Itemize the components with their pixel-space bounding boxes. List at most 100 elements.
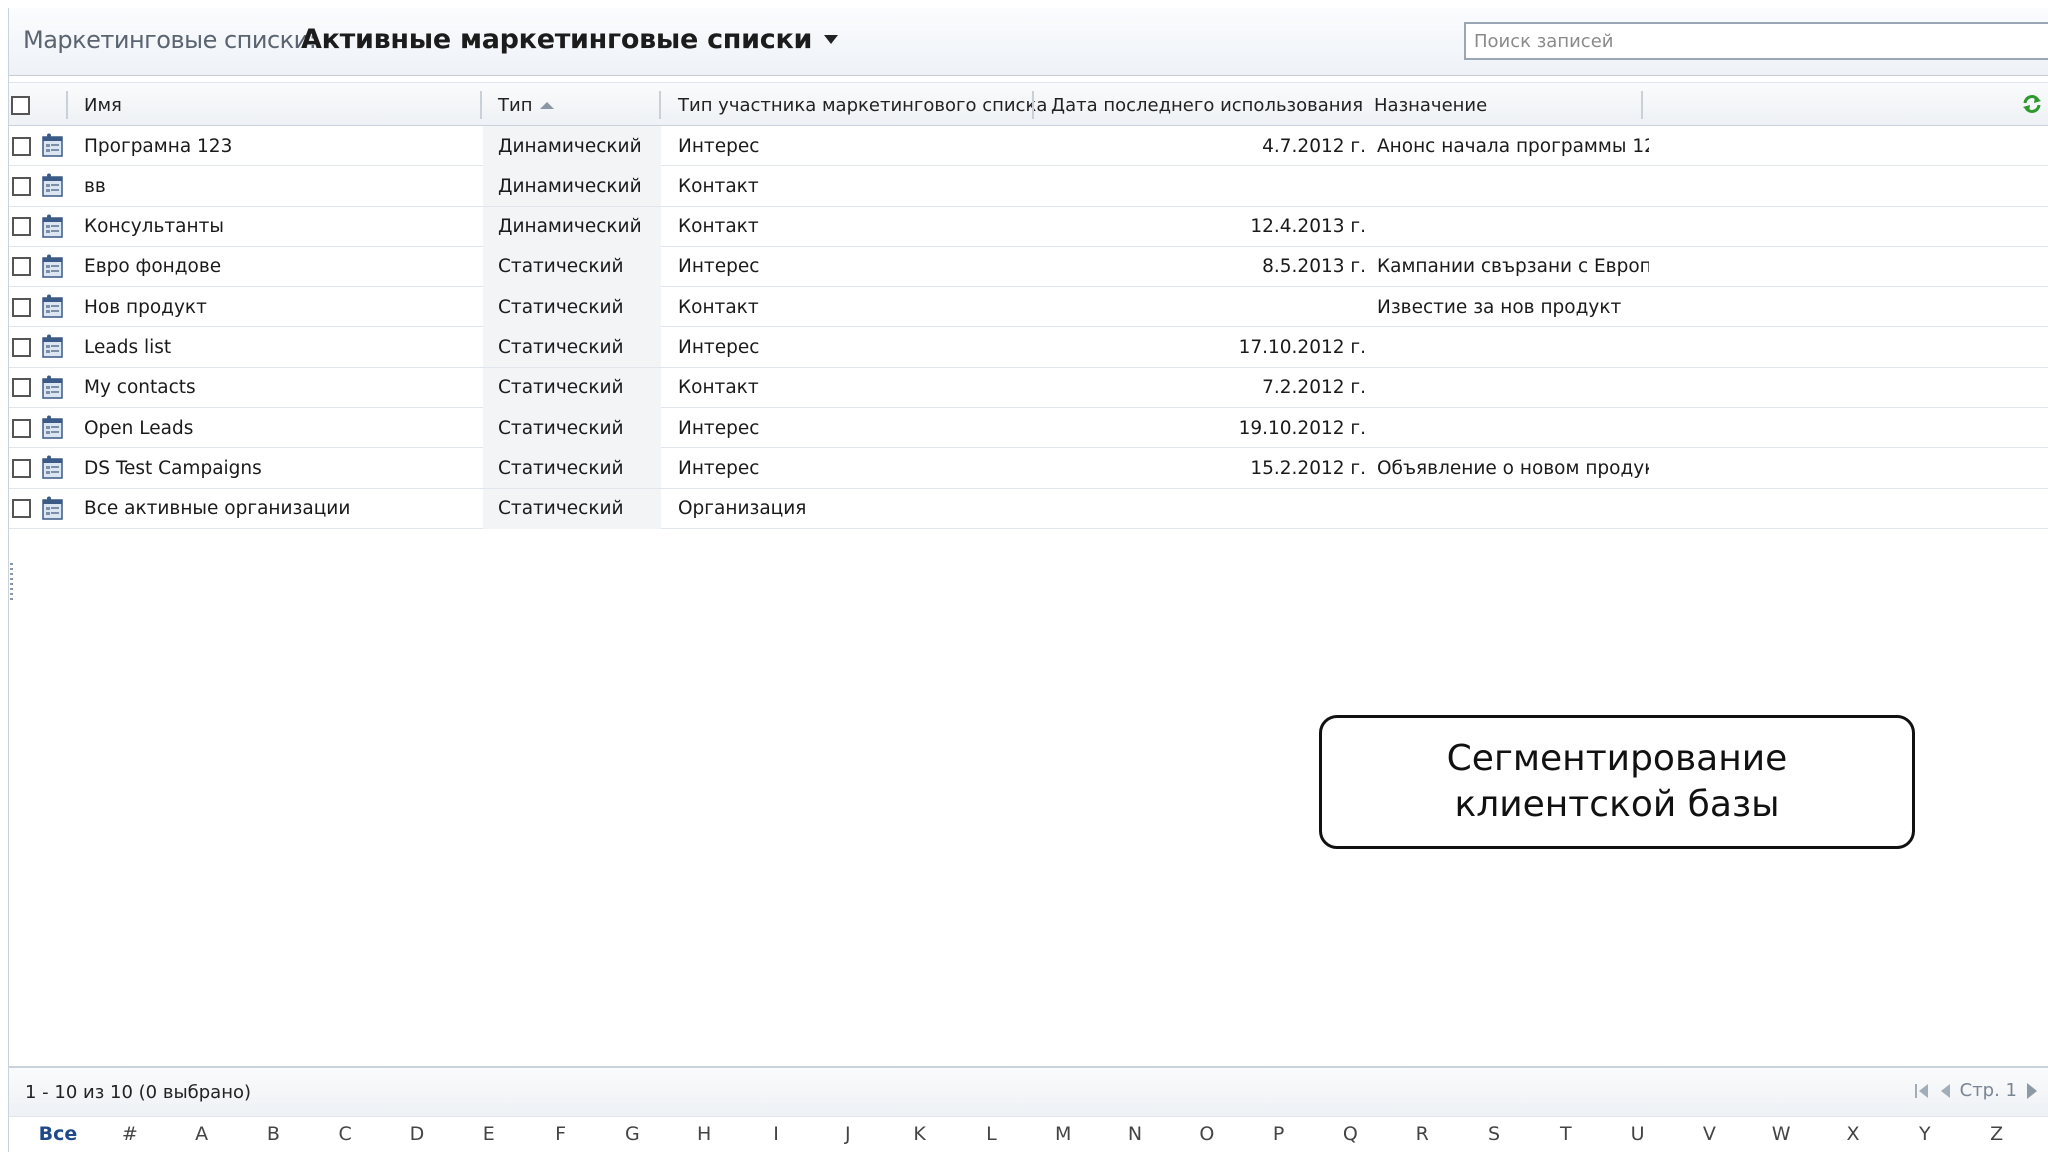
cell-name[interactable]: Все активные организации [84, 489, 474, 529]
chevron-down-icon[interactable] [824, 35, 839, 44]
row-checkbox[interactable] [12, 217, 31, 237]
cell-name[interactable]: Open Leads [84, 408, 474, 448]
table-row[interactable]: вв Динамический Контакт [9, 166, 2048, 207]
alphabet-filter-letter[interactable]: C [315, 1123, 375, 1145]
table-row[interactable]: Leads list Статический Интерес 17.10.2012 г… [9, 327, 2048, 368]
select-all-cell [11, 83, 30, 127]
cell-name[interactable]: Програмна 123 [84, 126, 474, 166]
cell-last-used: 12.4.2013 г. [1250, 216, 1366, 238]
column-separator[interactable] [1641, 91, 1643, 119]
cell-name[interactable]: DS Test Campaigns [84, 448, 474, 488]
next-page-icon[interactable] [2027, 1082, 2037, 1099]
cell-name[interactable]: My contacts [84, 368, 474, 408]
column-separator[interactable] [659, 91, 661, 119]
alphabet-filter-all[interactable]: Все [28, 1123, 88, 1145]
alphabet-filter-letter[interactable]: X [1823, 1123, 1883, 1145]
cell-purpose: Кампании свързани с Европ... [1377, 256, 1649, 278]
alphabet-filter-letter[interactable]: K [890, 1123, 950, 1145]
row-checkbox[interactable] [12, 297, 31, 317]
cell-name[interactable]: Leads list [84, 327, 474, 367]
alphabet-filter-letter[interactable]: T [1536, 1123, 1596, 1145]
first-page-icon[interactable] [1914, 1082, 1931, 1100]
alphabet-filter-letter[interactable]: Z [1967, 1123, 2027, 1145]
column-header-type[interactable]: Тип [498, 83, 555, 127]
view-name[interactable]: Активные маркетинговые списки [301, 24, 812, 55]
alphabet-filter-letter[interactable]: Y [1895, 1123, 1955, 1145]
table-row[interactable]: Програмна 123 Динамический Интерес 4.7.2012… [9, 126, 2048, 167]
cell-name[interactable]: Евро фондове [84, 247, 474, 287]
column-header-last-used[interactable]: Дата последнего использования [1051, 83, 1363, 127]
splitter-handle[interactable] [10, 563, 13, 603]
row-checkbox[interactable] [12, 378, 31, 398]
table-row[interactable]: Евро фондове Статический Интерес 8.5.2013 г… [9, 246, 2048, 288]
column-separator[interactable] [480, 91, 482, 119]
column-header-name[interactable]: Имя [84, 83, 122, 127]
table-row[interactable]: Нов продукт Статический Контакт Известие за… [9, 287, 2048, 328]
alphabet-filter-letter[interactable]: M [1033, 1123, 1093, 1145]
search-input[interactable] [1466, 24, 2048, 58]
cell-type: Статический [498, 457, 624, 479]
previous-page-icon[interactable] [1940, 1083, 1950, 1098]
cell-type: Статический [498, 417, 624, 439]
cell-purpose [1377, 166, 1649, 206]
row-checkbox[interactable] [12, 176, 31, 196]
alphabet-filter-letter[interactable]: U [1608, 1123, 1668, 1145]
cell-name[interactable]: Консультанты [84, 207, 474, 247]
alphabet-filter-letter[interactable]: L [961, 1123, 1021, 1145]
table-row[interactable]: Open Leads Статический Интерес 19.10.2012 г… [9, 408, 2048, 449]
row-checkbox[interactable] [12, 458, 31, 478]
table-row[interactable]: Все активные организации Статический Орган… [9, 488, 2048, 529]
alphabet-filter-letter[interactable]: R [1392, 1123, 1452, 1145]
column-header-type-label[interactable]: Тип [498, 95, 532, 116]
alphabet-filter-letter[interactable]: A [172, 1123, 232, 1145]
table-row[interactable]: DS Test Campaigns Статический Интерес 15.2.… [9, 448, 2048, 489]
row-checkbox[interactable] [12, 337, 31, 357]
column-separator[interactable] [1032, 91, 1034, 119]
grid-body: Програмна 123 Динамический Интерес 4.7.2012… [9, 126, 2048, 529]
record-count: 1 - 10 из 10 (0 выбрано) [25, 1082, 252, 1103]
refresh-icon[interactable] [2021, 93, 2043, 115]
marketing-list-icon [40, 214, 66, 240]
alphabet-filter-letter[interactable]: E [459, 1123, 519, 1145]
alphabet-filter-letter[interactable]: S [1464, 1123, 1524, 1145]
row-select-cell [12, 126, 31, 166]
marketing-list-icon [40, 415, 66, 441]
search-box[interactable] [1464, 22, 2048, 60]
alphabet-filter-letter[interactable]: P [1249, 1123, 1309, 1145]
cell-name[interactable]: вв [84, 166, 474, 206]
alphabet-filter-letter[interactable]: V [1679, 1123, 1739, 1145]
table-row[interactable]: Консультанты Динамический Контакт 12.4.2013… [9, 206, 2048, 247]
row-checkbox[interactable] [12, 136, 31, 156]
alphabet-filter-letter[interactable]: W [1751, 1123, 1811, 1145]
column-header-purpose[interactable]: Назначение [1374, 83, 1487, 127]
cell-name[interactable]: Нов продукт [84, 287, 474, 327]
row-checkbox[interactable] [12, 418, 31, 438]
column-header-member-type[interactable]: Тип участника маркетингового списка [678, 83, 1047, 127]
view-selector[interactable]: Активные маркетинговые списки [301, 24, 839, 55]
cell-type: Статический [498, 377, 624, 399]
alphabet-filter-letter[interactable]: I [746, 1123, 806, 1145]
cell-last-used [1051, 287, 1366, 327]
cell-member-type: Интерес [678, 417, 760, 439]
table-row[interactable]: My contacts Статический Контакт 7.2.2012 г. [9, 367, 2048, 409]
cell-member-type: Интерес [678, 256, 760, 278]
view-caption: Маркетинговые списки: [23, 26, 317, 54]
alphabet-filter-letter[interactable]: J [818, 1123, 878, 1145]
alphabet-filter-letter[interactable]: Q [1320, 1123, 1380, 1145]
alphabet-filter-letter[interactable]: B [243, 1123, 303, 1145]
column-separator[interactable] [66, 91, 68, 119]
sort-ascending-icon [540, 101, 555, 109]
alphabet-filter-letter[interactable]: D [387, 1123, 447, 1145]
cell-member-type: Контакт [678, 377, 759, 399]
alphabet-filter-letter[interactable]: O [1177, 1123, 1237, 1145]
alphabet-filter-letter[interactable]: H [674, 1123, 734, 1145]
alphabet-filter-letter[interactable]: F [531, 1123, 591, 1145]
alphabet-filter-letter[interactable]: # [100, 1123, 160, 1145]
row-checkbox[interactable] [12, 257, 31, 277]
select-all-checkbox[interactable] [11, 95, 30, 115]
row-checkbox[interactable] [12, 499, 31, 519]
pager: Стр. 1 [1914, 1080, 2037, 1101]
alphabet-filter-letter[interactable]: G [602, 1123, 662, 1145]
cell-last-used: 15.2.2012 г. [1250, 457, 1366, 479]
alphabet-filter-letter[interactable]: N [1105, 1123, 1165, 1145]
